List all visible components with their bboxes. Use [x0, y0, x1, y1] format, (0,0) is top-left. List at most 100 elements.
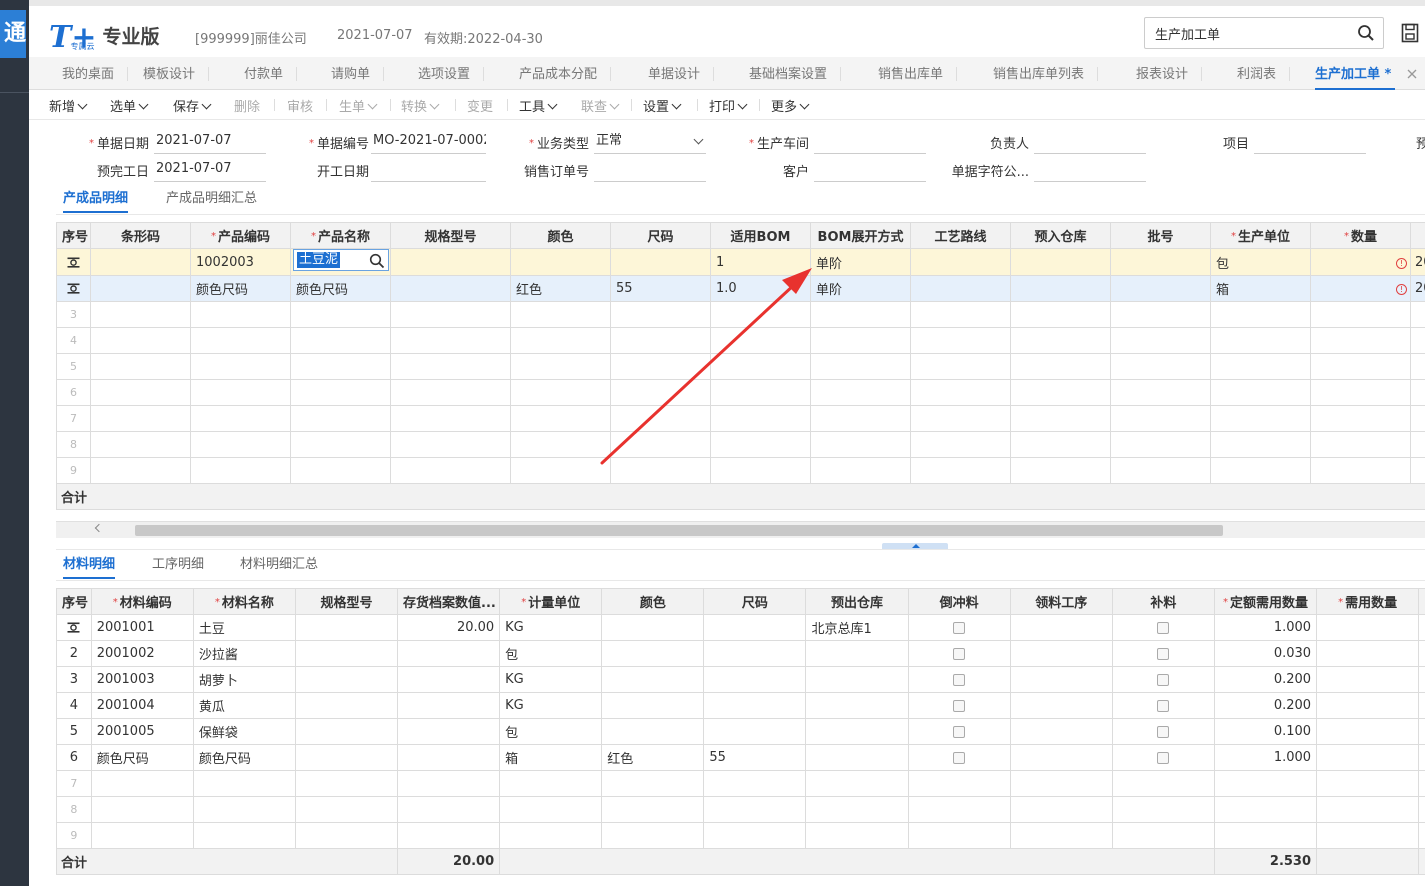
convert-button[interactable]: 转换	[401, 96, 440, 115]
col-bom-mode: BOM展开方式	[810, 222, 911, 249]
plan-done-input[interactable]: 2021-07-07	[154, 158, 266, 182]
tab-report-design[interactable]: 报表设计	[1136, 57, 1203, 90]
tools-button[interactable]: 工具	[519, 96, 558, 115]
supplement-checkbox[interactable]	[1157, 647, 1170, 660]
save-icon[interactable]	[1401, 23, 1419, 43]
delete-button[interactable]: 删除	[234, 96, 260, 115]
backflush-checkbox[interactable]	[953, 725, 966, 738]
table-row[interactable]: 5	[56, 353, 1425, 380]
warning-icon: !	[1396, 284, 1407, 295]
start-date-input[interactable]	[371, 158, 486, 182]
search-icon[interactable]	[369, 253, 385, 269]
supplement-checkbox[interactable]	[1157, 699, 1170, 712]
backflush-checkbox[interactable]	[953, 647, 966, 660]
print-button[interactable]: 打印	[709, 96, 748, 115]
panel-splitter[interactable]	[56, 539, 1425, 550]
tab-cost-allocation[interactable]: 产品成本分配	[519, 57, 612, 90]
table-row[interactable]: 5 2001005 保鲜袋 包 0.100	[56, 718, 1425, 745]
search-icon[interactable]	[1357, 24, 1375, 42]
toolbar-divider	[507, 99, 508, 111]
nav-tile[interactable]: 通	[0, 10, 26, 58]
table-row[interactable]: 4 2001004 黄瓜 KG 0.200	[56, 692, 1425, 719]
tab-template-design[interactable]: 模板设计	[143, 57, 210, 90]
table-row[interactable]: 1002003 土豆泥 1 单阶 包 ! 20	[56, 248, 1425, 276]
left-nav: 通	[0, 0, 29, 886]
tab-doc-design[interactable]: 单据设计	[648, 57, 715, 90]
generate-button[interactable]: 生单	[339, 96, 378, 115]
query-button[interactable]: 联查	[581, 96, 620, 115]
backflush-checkbox[interactable]	[953, 699, 966, 712]
change-button[interactable]: 变更	[467, 96, 493, 115]
row-settings-icon[interactable]	[56, 614, 92, 641]
product-name-editor[interactable]: 土豆泥	[293, 249, 389, 271]
table-row[interactable]: 颜色尺码 颜色尺码 红色 55 1.0 单阶 箱 ! 20	[56, 275, 1425, 302]
row-settings-icon[interactable]	[56, 248, 91, 276]
col-backflush: 倒冲料	[907, 588, 1011, 615]
table-row[interactable]: 2001001 土豆 20.00 KG 北京总库1 1.000	[56, 614, 1425, 641]
tab-master-data[interactable]: 基础档案设置	[749, 57, 842, 90]
tab-process-detail[interactable]: 工序明细	[152, 553, 204, 579]
col-size: 尺码	[610, 222, 711, 249]
bom-mode-cell[interactable]: 单阶	[810, 248, 911, 276]
col-quota-qty: * 定额需用数量	[1213, 588, 1318, 615]
collapse-handle[interactable]	[882, 543, 948, 549]
horizontal-scrollbar[interactable]	[56, 521, 1425, 538]
tab-product-summary[interactable]: 产成品明细汇总	[166, 187, 257, 213]
table-row[interactable]: 9	[56, 457, 1425, 484]
col-barcode: 条形码	[90, 222, 191, 249]
save-button[interactable]: 保存	[173, 96, 212, 115]
tab-payment[interactable]: 付款单	[244, 57, 298, 90]
supplement-checkbox[interactable]	[1157, 751, 1170, 764]
tab-sales-outbound-list[interactable]: 销售出库单列表	[993, 57, 1099, 90]
more-button[interactable]: 更多	[771, 96, 810, 115]
audit-button[interactable]: 审核	[287, 96, 313, 115]
table-row[interactable]: 8	[56, 431, 1425, 458]
table-row[interactable]: 6	[56, 379, 1425, 406]
select-button[interactable]: 选单	[110, 96, 149, 115]
search-input[interactable]	[1145, 18, 1345, 48]
scroll-thumb[interactable]	[135, 525, 1223, 536]
doc-date-input[interactable]: 2021-07-07	[154, 130, 266, 154]
sales-order-input[interactable]	[594, 158, 706, 182]
edition-label: 专业版	[102, 26, 160, 48]
settings-button[interactable]: 设置	[643, 96, 682, 115]
workshop-input[interactable]	[814, 130, 926, 154]
supplement-checkbox[interactable]	[1157, 621, 1170, 634]
search-box	[1144, 17, 1384, 49]
supplement-checkbox[interactable]	[1157, 725, 1170, 738]
close-tab-icon[interactable]	[1407, 69, 1417, 79]
table-row[interactable]: 6 颜色尺码 颜色尺码 箱 红色 55 1.000	[56, 744, 1425, 771]
tab-material-summary[interactable]: 材料明细汇总	[240, 553, 318, 579]
table-row[interactable]: 4	[56, 327, 1425, 354]
tab-my-desktop[interactable]: 我的桌面	[62, 57, 129, 90]
product-name-cell[interactable]: 土豆泥	[290, 248, 391, 276]
tab-material-detail[interactable]: 材料明细	[63, 553, 116, 579]
table-row[interactable]: 8	[56, 796, 1425, 823]
scroll-left-icon[interactable]	[94, 523, 104, 533]
doc-no-input[interactable]: MO-2021-07-0002	[371, 130, 486, 154]
row-settings-icon[interactable]	[56, 275, 91, 302]
biz-type-select[interactable]: 正常	[594, 130, 706, 154]
tab-purchase-request[interactable]: 请购单	[331, 57, 385, 90]
backflush-checkbox[interactable]	[953, 751, 966, 764]
new-button[interactable]: 新增	[49, 96, 88, 115]
tab-sales-outbound[interactable]: 销售出库单	[878, 57, 958, 90]
owner-input[interactable]	[1034, 130, 1146, 154]
table-row[interactable]: 7	[56, 770, 1425, 797]
table-row[interactable]: 7	[56, 405, 1425, 432]
table-row[interactable]: 3	[56, 301, 1425, 328]
col-stock-value: 存货档案数值...	[397, 588, 501, 615]
supplement-checkbox[interactable]	[1157, 673, 1170, 686]
table-row[interactable]: 2 2001002 沙拉酱 包 0.030	[56, 640, 1425, 667]
table-row[interactable]: 9	[56, 822, 1425, 849]
customer-input[interactable]	[814, 158, 926, 182]
backflush-checkbox[interactable]	[953, 673, 966, 686]
backflush-checkbox[interactable]	[953, 621, 966, 634]
table-row[interactable]: 3 2001003 胡萝卜 KG 0.200	[56, 666, 1425, 693]
project-input[interactable]	[1254, 130, 1366, 154]
tab-options[interactable]: 选项设置	[418, 57, 485, 90]
tab-production-order[interactable]: 生产加工单 *	[1315, 57, 1396, 90]
doc-char-input[interactable]	[1034, 158, 1146, 182]
tab-product-detail[interactable]: 产成品明细	[63, 187, 129, 213]
tab-profit[interactable]: 利润表	[1237, 57, 1291, 90]
